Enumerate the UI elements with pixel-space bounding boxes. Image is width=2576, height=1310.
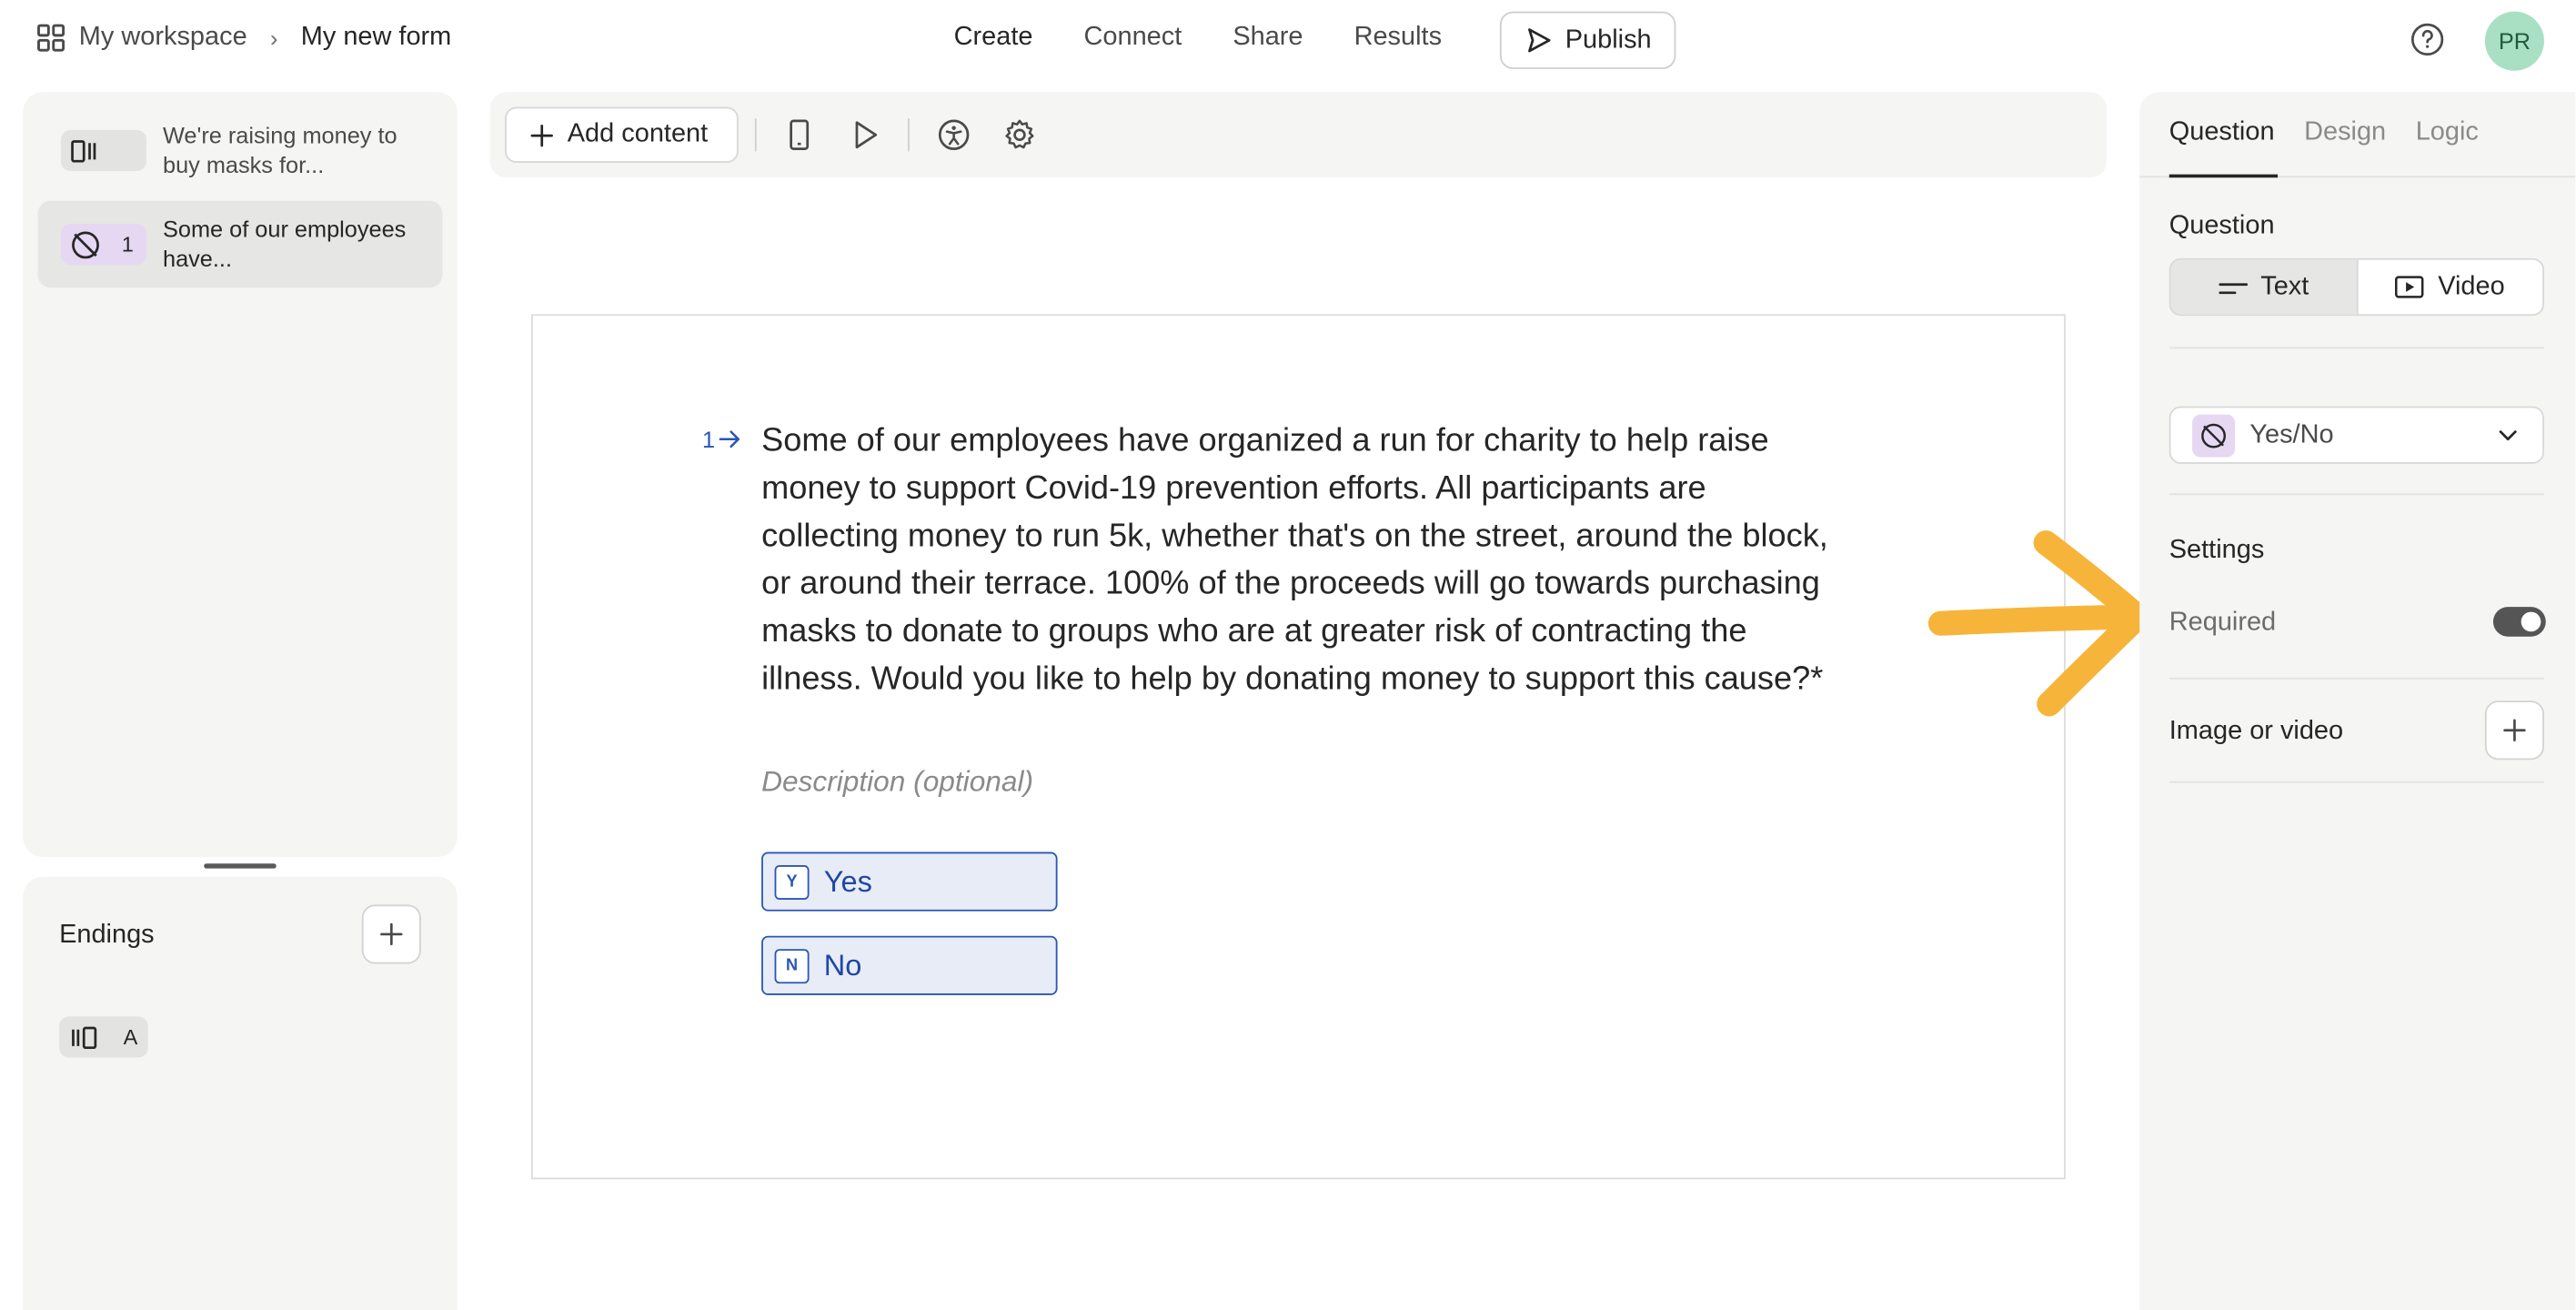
publish-button[interactable]: Publish	[1499, 11, 1676, 69]
chevron-down-icon	[2499, 430, 2517, 441]
settings-heading: Settings	[2168, 536, 2265, 565]
yes-no-chip: 1	[60, 223, 146, 266]
plus-icon	[380, 922, 403, 946]
nav-create[interactable]: Create	[954, 23, 1033, 53]
question-number-value: 1	[702, 426, 716, 453]
choice-key: Y	[774, 864, 810, 900]
question-description[interactable]: Description (optional)	[761, 765, 1033, 800]
add-content-label: Add content	[567, 119, 709, 148]
breadcrumb-form-title[interactable]: My new form	[301, 23, 452, 53]
arrow-right-icon	[719, 430, 740, 448]
help-icon[interactable]	[2410, 22, 2446, 58]
question-number: 1	[702, 426, 741, 452]
divider	[2168, 493, 2544, 496]
question-list-panel: We're raising money to buy masks for... …	[23, 92, 458, 857]
format-text-option[interactable]: Text	[2170, 259, 2358, 315]
panel-tabs: Question Design Logic	[2169, 118, 2479, 148]
tab-design[interactable]: Design	[2304, 118, 2386, 148]
accessibility-icon[interactable]	[936, 116, 972, 153]
tab-logic[interactable]: Logic	[2416, 118, 2479, 148]
question-list-item-label: We're raising money to buy masks for...	[162, 121, 397, 178]
nav-share[interactable]: Share	[1233, 23, 1303, 53]
video-icon	[2395, 276, 2425, 298]
app-canvas: My workspace › My new form Create Connec…	[0, 0, 2576, 1310]
grid-icon	[37, 24, 65, 52]
question-format-toggle: Text Video	[2168, 257, 2544, 317]
question-heading: Question	[2168, 212, 2275, 240]
format-video-option[interactable]: Video	[2358, 260, 2542, 315]
welcome-screen-icon	[71, 139, 96, 162]
divider	[2168, 677, 2544, 680]
required-toggle[interactable]	[2492, 607, 2546, 637]
yes-no-icon	[72, 230, 99, 258]
publish-label: Publish	[1565, 25, 1652, 54]
ending-badge: A	[123, 1024, 138, 1050]
panel-resize-handle[interactable]	[204, 863, 277, 869]
divider	[2168, 781, 2544, 783]
tab-question[interactable]: Question	[2169, 118, 2275, 148]
text-lines-icon	[2218, 282, 2248, 294]
choice-label: Yes	[823, 864, 872, 898]
highlight-arrow-icon	[1927, 530, 2150, 717]
choice-key: N	[774, 948, 810, 983]
toolbar-divider	[908, 118, 910, 152]
question-preview-card: 1 Some of our employees have organized a…	[530, 314, 2066, 1180]
plus-icon	[2503, 719, 2526, 741]
yes-no-chip	[2192, 413, 2236, 457]
chevron-right-icon: ›	[269, 25, 278, 52]
user-avatar[interactable]: PR	[2484, 11, 2544, 71]
add-ending-button[interactable]	[361, 904, 421, 964]
format-video-label: Video	[2438, 272, 2505, 300]
settings-gear-icon[interactable]	[1001, 116, 1038, 153]
question-number-badge: 1	[121, 231, 134, 257]
plus-icon	[530, 124, 553, 146]
welcome-screen-chip	[60, 129, 146, 172]
ending-item-a[interactable]: A	[59, 1016, 148, 1058]
format-text-label: Text	[2260, 272, 2309, 300]
top-bar: My workspace › My new form Create Connec…	[0, 0, 2575, 82]
question-list-item-1[interactable]: 1 Some of our employees have...	[37, 200, 443, 288]
question-type-select[interactable]: Yes/No	[2168, 406, 2544, 464]
question-type-label: Yes/No	[2249, 419, 2334, 448]
nav-connect[interactable]: Connect	[1084, 23, 1182, 53]
nav-results[interactable]: Results	[1354, 23, 1442, 53]
required-label: Required	[2168, 608, 2277, 637]
choice-label: No	[823, 948, 862, 982]
main-nav: Create Connect Share Results	[954, 23, 1442, 53]
add-content-button[interactable]: Add content	[505, 106, 739, 163]
choice-yes[interactable]: Y Yes	[761, 852, 1058, 912]
breadcrumb-workspace-label: My workspace	[78, 23, 247, 52]
play-preview-icon[interactable]	[847, 116, 883, 153]
breadcrumb-workspace-link[interactable]: My workspace	[36, 23, 247, 53]
question-list-item-label: Some of our employees have...	[162, 215, 407, 272]
mobile-preview-icon[interactable]	[781, 116, 818, 153]
editor-toolbar: Add content	[489, 92, 2108, 178]
yes-no-icon	[2201, 422, 2226, 448]
image-or-video-label: Image or video	[2168, 717, 2344, 746]
endings-panel: Endings A	[23, 876, 458, 1310]
toolbar-divider	[754, 118, 757, 152]
question-list-item-welcome[interactable]: We're raising money to buy masks for...	[38, 107, 443, 195]
active-tab-underline	[2168, 174, 2279, 178]
question-title[interactable]: Some of our employees have organized a r…	[761, 418, 1846, 704]
choice-no[interactable]: N No	[761, 935, 1058, 995]
breadcrumb: My workspace › My new form	[36, 23, 452, 53]
endings-title: Endings	[59, 921, 155, 950]
ending-screen-icon	[72, 1025, 97, 1049]
question-settings-panel: Question Design Logic Question Text Vide…	[2139, 92, 2576, 1310]
add-image-or-video-button[interactable]	[2484, 700, 2544, 761]
toggle-knob	[2521, 611, 2541, 632]
divider	[2168, 347, 2544, 349]
send-icon	[1527, 28, 1551, 53]
